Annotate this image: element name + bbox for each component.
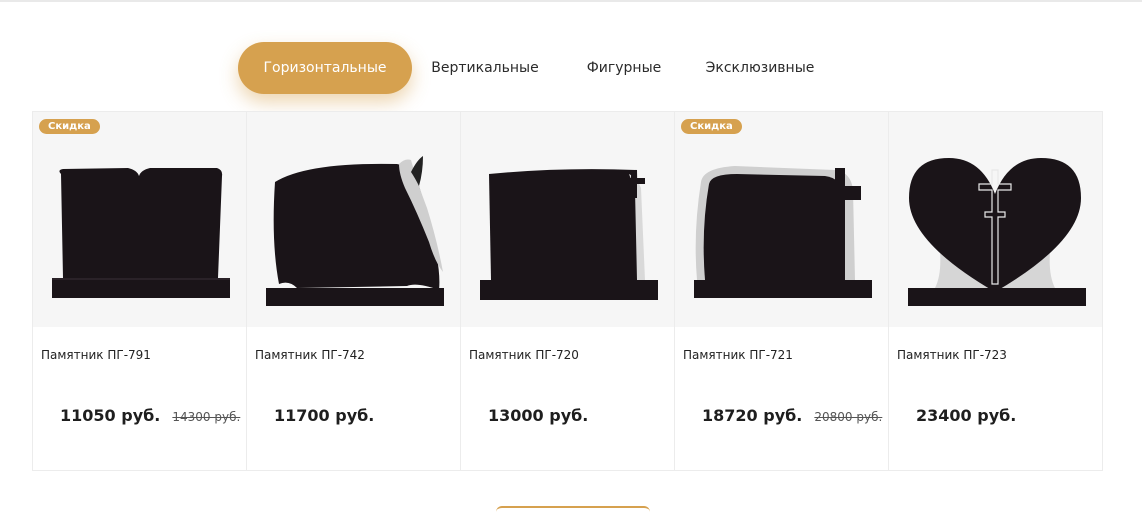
product-card[interactable]: Скидка Памятник ПГ-721 18720 руб. 20800 …: [674, 111, 889, 471]
show-more-button[interactable]: [496, 506, 650, 518]
product-title[interactable]: Памятник ПГ-720: [469, 348, 579, 362]
product-card[interactable]: Скидка Памятник ПГ-791 11050 руб. 14300 …: [32, 111, 247, 471]
product-price: 18720 руб.: [702, 406, 803, 425]
monument-book-image[interactable]: Скидка: [33, 112, 246, 327]
top-divider: [0, 0, 1142, 2]
tab-vertical[interactable]: Вертикальные: [412, 42, 558, 94]
monument-cross-image[interactable]: [461, 112, 674, 327]
product-price: 11700 руб.: [274, 406, 375, 425]
product-card[interactable]: Памятник ПГ-742 11700 руб.: [246, 111, 461, 471]
monument-lily-image[interactable]: [247, 112, 460, 327]
tab-horizontal[interactable]: Горизонтальные: [238, 42, 412, 94]
monument-heart-image[interactable]: [889, 112, 1102, 327]
product-title[interactable]: Памятник ПГ-742: [255, 348, 365, 362]
tab-figured[interactable]: Фигурные: [558, 42, 690, 94]
discount-badge: Скидка: [681, 119, 742, 134]
product-grid: Скидка Памятник ПГ-791 11050 руб. 14300 …: [32, 111, 1103, 471]
tab-exclusive[interactable]: Эксклюзивные: [690, 42, 830, 94]
product-title[interactable]: Памятник ПГ-721: [683, 348, 793, 362]
product-price: 11050 руб.: [60, 406, 161, 425]
product-price: 23400 руб.: [916, 406, 1017, 425]
product-card[interactable]: Памятник ПГ-723 23400 руб.: [888, 111, 1103, 471]
product-title[interactable]: Памятник ПГ-723: [897, 348, 1007, 362]
monument-cross-frame-image[interactable]: Скидка: [675, 112, 888, 327]
old-price: 14300 руб.: [172, 410, 241, 424]
product-card[interactable]: Памятник ПГ-720 13000 руб.: [460, 111, 675, 471]
discount-badge: Скидка: [39, 119, 100, 134]
old-price: 20800 руб.: [814, 410, 883, 424]
product-title[interactable]: Памятник ПГ-791: [41, 348, 151, 362]
product-price: 13000 руб.: [488, 406, 589, 425]
category-tabs: Горизонтальные Вертикальные Фигурные Экс…: [238, 42, 830, 94]
